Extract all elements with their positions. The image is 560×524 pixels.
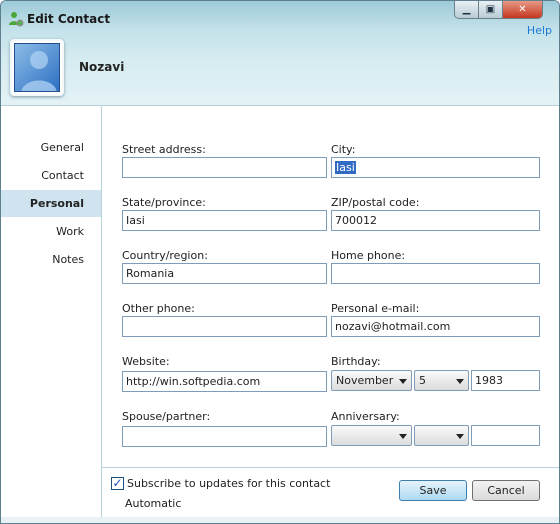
- city-value: Iasi: [335, 161, 356, 174]
- nav-item-personal[interactable]: Personal: [1, 190, 101, 217]
- anniversary-label: Anniversary:: [331, 410, 400, 423]
- close-button[interactable]: ✕: [503, 1, 542, 18]
- email-label: Personal e-mail:: [331, 302, 420, 315]
- zip-input[interactable]: 700012: [331, 210, 540, 231]
- birthday-day-select[interactable]: 5: [414, 370, 469, 391]
- window-title: Edit Contact: [27, 12, 111, 26]
- website-label: Website:: [122, 355, 170, 368]
- chevron-down-icon: [399, 379, 407, 384]
- chevron-down-icon: [399, 434, 407, 439]
- city-label: City:: [331, 143, 356, 156]
- email-input[interactable]: nozavi@hotmail.com: [331, 316, 540, 337]
- spouse-input[interactable]: [122, 426, 327, 447]
- cancel-button[interactable]: Cancel: [472, 480, 540, 501]
- state-input[interactable]: Iasi: [122, 210, 327, 231]
- zip-label: ZIP/postal code:: [331, 196, 420, 209]
- birthday-month-value: November: [336, 374, 394, 387]
- nav-item-notes[interactable]: Notes: [1, 246, 101, 273]
- other-phone-label: Other phone:: [122, 302, 195, 315]
- country-input[interactable]: Romania: [122, 263, 327, 284]
- personal-form: Street address: City: Iasi State/provinc…: [101, 105, 559, 468]
- birthday-day-value: 5: [419, 374, 426, 387]
- other-phone-input[interactable]: [122, 316, 327, 337]
- street-label: Street address:: [122, 143, 206, 156]
- anniversary-year-input[interactable]: [471, 425, 540, 446]
- help-link[interactable]: Help: [527, 24, 552, 37]
- contact-icon: [9, 12, 24, 27]
- subscribe-mode: Automatic: [125, 497, 182, 510]
- minimize-button[interactable]: ▁: [455, 1, 479, 18]
- website-input[interactable]: http://win.softpedia.com: [122, 371, 327, 392]
- birthday-month-select[interactable]: November: [331, 370, 412, 391]
- anniversary-month-select[interactable]: [331, 425, 412, 446]
- sidebar-nav: General Contact Personal Work Notes: [1, 105, 101, 517]
- chevron-down-icon: [456, 434, 464, 439]
- user-silhouette-icon: [21, 51, 57, 91]
- anniversary-day-select[interactable]: [414, 425, 469, 446]
- home-phone-input[interactable]: [331, 263, 540, 284]
- avatar[interactable]: [10, 39, 64, 96]
- street-input[interactable]: [122, 157, 327, 178]
- state-label: State/province:: [122, 196, 206, 209]
- footer: ✓ Subscribe to updates for this contact …: [101, 468, 559, 517]
- nav-item-general[interactable]: General: [1, 134, 101, 161]
- save-button[interactable]: Save: [399, 480, 467, 501]
- maximize-button[interactable]: ▣: [479, 1, 503, 18]
- country-label: Country/region:: [122, 249, 208, 262]
- birthday-label: Birthday:: [331, 355, 381, 368]
- subscribe-label[interactable]: Subscribe to updates for this contact: [127, 477, 330, 490]
- nav-item-contact[interactable]: Contact: [1, 162, 101, 189]
- city-input[interactable]: Iasi: [331, 157, 540, 178]
- header: Edit Contact ▁ ▣ ✕ Help Nozavi: [1, 1, 559, 105]
- chevron-down-icon: [456, 379, 464, 384]
- subscribe-checkbox[interactable]: ✓: [111, 477, 124, 490]
- contact-name: Nozavi: [79, 60, 125, 74]
- nav-item-work[interactable]: Work: [1, 218, 101, 245]
- edit-contact-window: Edit Contact ▁ ▣ ✕ Help Nozavi General C…: [0, 0, 560, 524]
- spouse-label: Spouse/partner:: [122, 410, 211, 423]
- birthday-year-input[interactable]: 1983: [471, 370, 540, 391]
- home-phone-label: Home phone:: [331, 249, 406, 262]
